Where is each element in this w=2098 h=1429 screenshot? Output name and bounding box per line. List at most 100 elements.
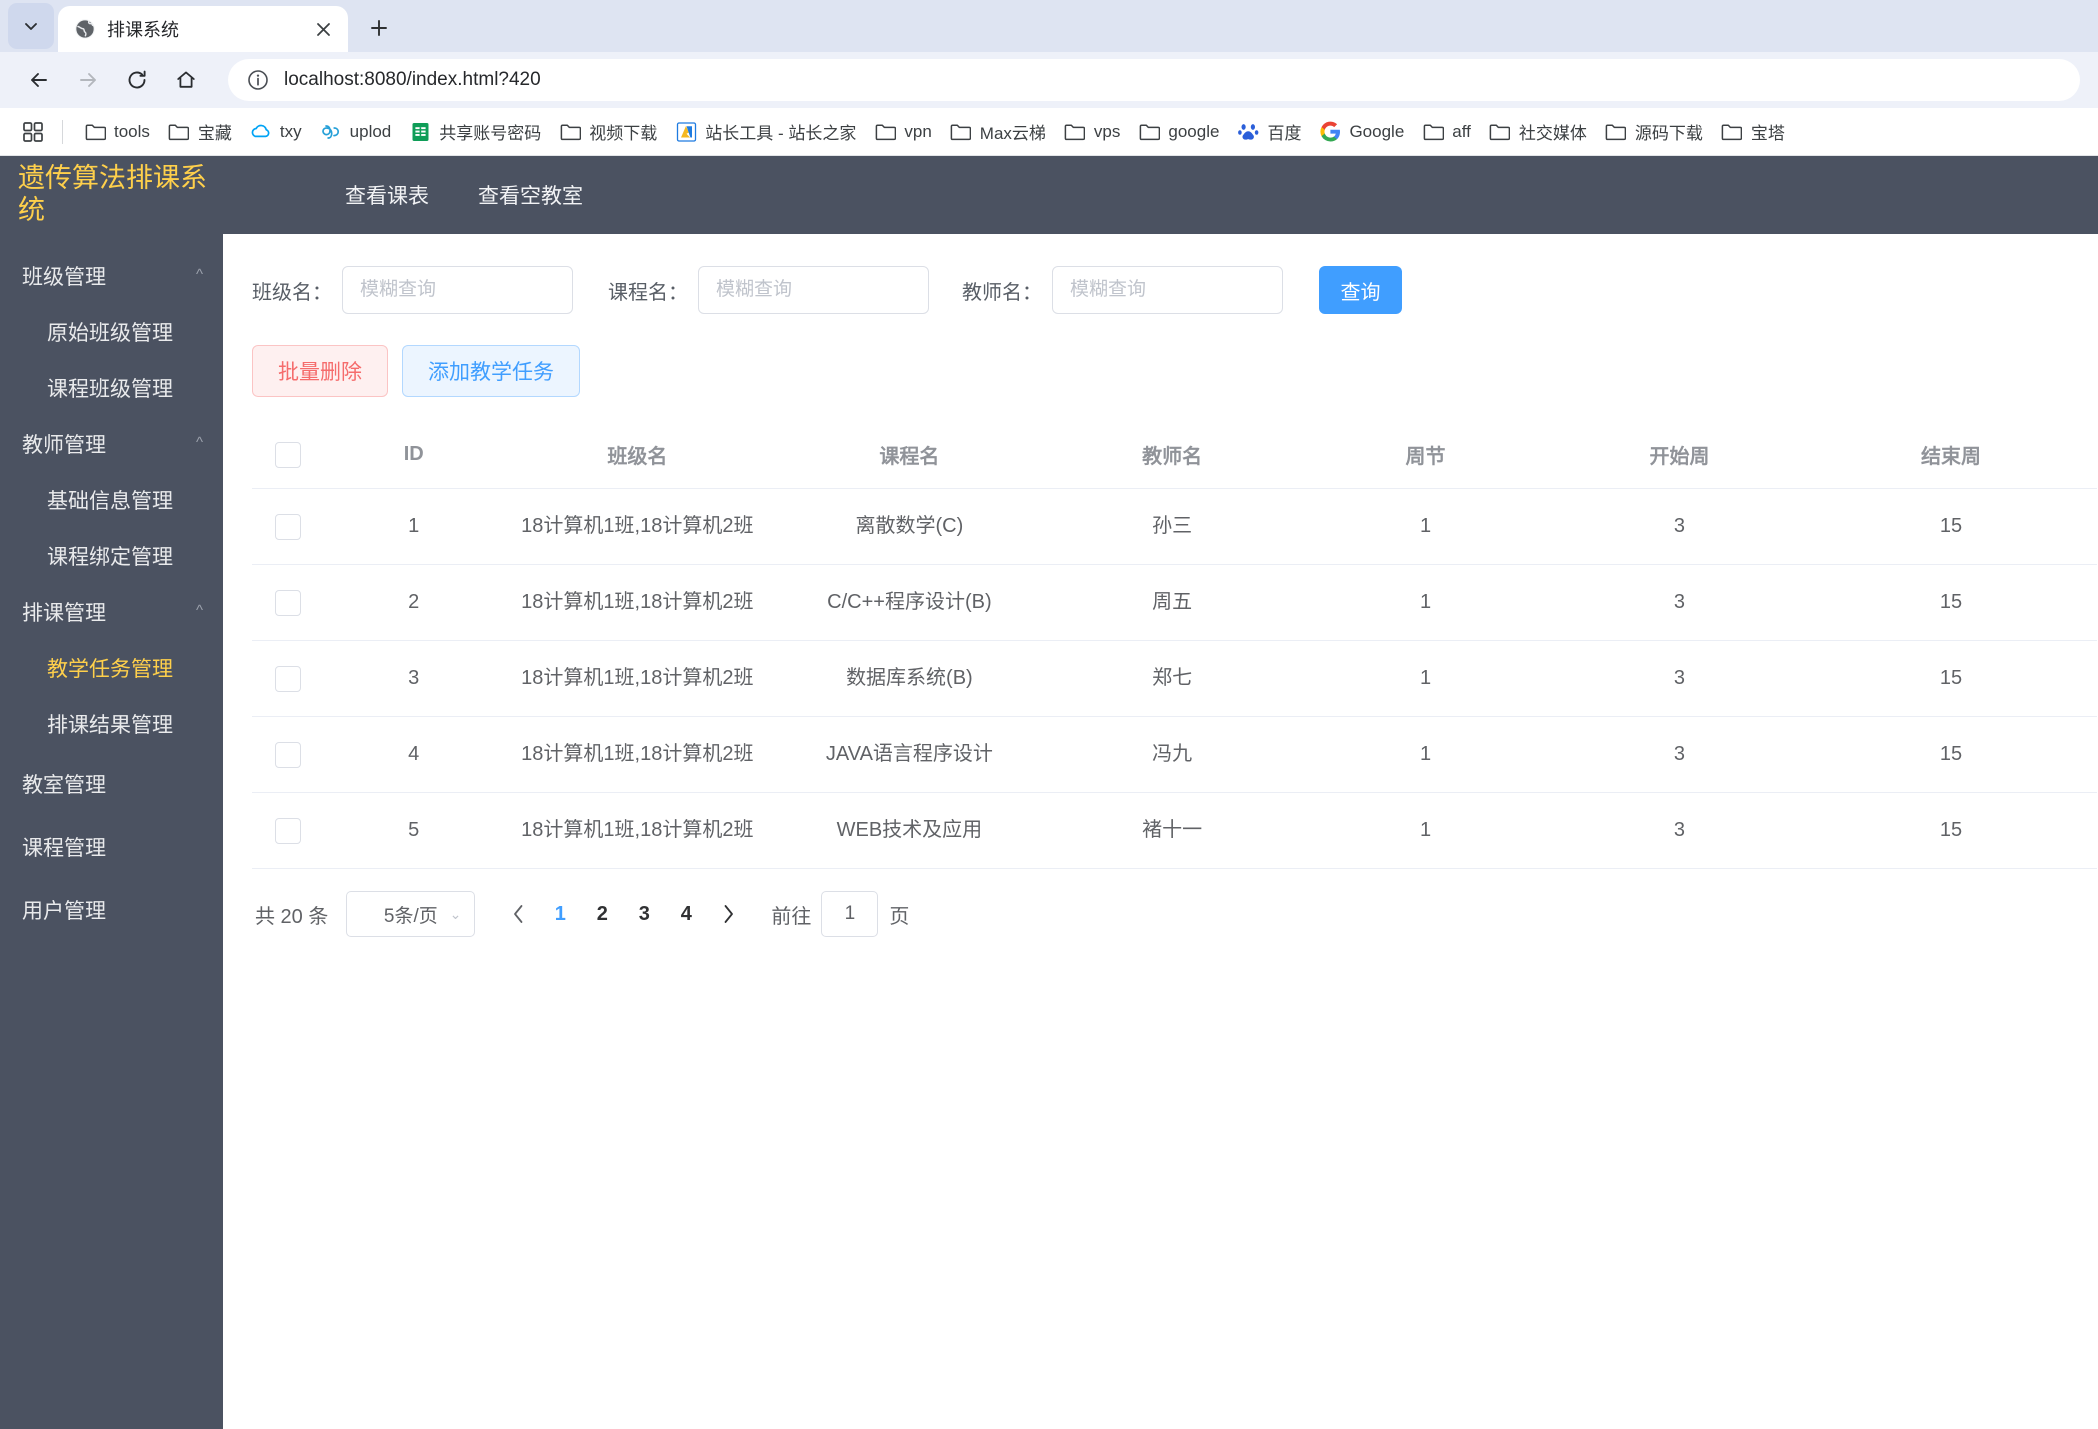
- close-icon[interactable]: [310, 16, 336, 42]
- tencent-cloud-icon: [250, 121, 272, 143]
- sidebar-item-original-class[interactable]: 原始班级管理: [0, 304, 223, 360]
- browser-tab[interactable]: 排课系统: [58, 6, 348, 52]
- bookmark-item[interactable]: Google: [1310, 117, 1413, 147]
- address-bar[interactable]: localhost:8080/index.html?420: [228, 59, 2080, 101]
- bookmark-item[interactable]: uplod: [311, 117, 401, 147]
- folder-icon: [559, 121, 581, 143]
- select-all-checkbox[interactable]: [275, 441, 302, 468]
- bookmark-item[interactable]: vpn: [865, 117, 940, 147]
- cell-class-name: 18计算机1班,18计算机2班: [503, 792, 772, 869]
- cell-course-name: WEB技术及应用: [771, 792, 1048, 869]
- bookmark-item[interactable]: google: [1129, 117, 1228, 147]
- chevron-up-icon: ^: [195, 433, 203, 451]
- sidebar-group-teacher-management[interactable]: 教师管理 ^: [0, 416, 223, 472]
- page-jump-label: 前往: [771, 905, 812, 928]
- topnav-item-view-schedule[interactable]: 查看课表: [345, 180, 429, 210]
- sidebar-item-teaching-task[interactable]: 教学任务管理: [0, 640, 223, 696]
- forward-button[interactable]: [67, 59, 109, 101]
- bookmark-item[interactable]: vps: [1055, 117, 1129, 147]
- sidebar-item-basic-info[interactable]: 基础信息管理: [0, 472, 223, 528]
- bookmark-item[interactable]: tools: [75, 117, 159, 147]
- page-size-select[interactable]: 5条/页 ⌄: [346, 891, 476, 937]
- bookmark-label: google: [1168, 121, 1220, 141]
- pagination-total: 共 20 条: [255, 905, 329, 928]
- table-row[interactable]: 5 18计算机1班,18计算机2班 WEB技术及应用 褚十一 1 3 15: [252, 792, 2097, 869]
- sidebar-group-class-management[interactable]: 班级管理 ^: [0, 248, 223, 304]
- bookmarks-bar: tools 宝藏 txy uplod 共享账号密码 视频下载 站长工具 - 站长…: [0, 108, 2098, 156]
- new-tab-button[interactable]: [358, 7, 400, 49]
- batch-delete-button[interactable]: 批量删除: [252, 345, 388, 397]
- table-row[interactable]: 4 18计算机1班,18计算机2班 JAVA语言程序设计 冯九 1 3 15: [252, 716, 2097, 793]
- topnav-item-view-empty-rooms[interactable]: 查看空教室: [478, 180, 583, 210]
- prev-page-button[interactable]: [497, 893, 539, 935]
- cell-course-name: C/C++程序设计(B): [771, 564, 1048, 641]
- row-checkbox[interactable]: [275, 513, 302, 540]
- bookmark-item[interactable]: 源码下载: [1596, 115, 1712, 148]
- row-checkbox[interactable]: [275, 665, 302, 692]
- teacher-name-input[interactable]: [1052, 266, 1283, 314]
- sidebar-item-course-binding[interactable]: 课程绑定管理: [0, 528, 223, 584]
- row-checkbox[interactable]: [275, 817, 302, 844]
- table-row[interactable]: 2 18计算机1班,18计算机2班 C/C++程序设计(B) 周五 1 3 15: [252, 564, 2097, 641]
- chevron-up-icon: ^: [195, 265, 203, 283]
- cell-end-week: 15: [1805, 640, 2097, 717]
- sidebar-item-schedule-result[interactable]: 排课结果管理: [0, 696, 223, 752]
- cell-id: 3: [324, 640, 504, 717]
- cell-weekly-periods: 1: [1297, 564, 1554, 641]
- class-name-filter: 班级名：: [252, 266, 573, 314]
- bookmark-item[interactable]: txy: [241, 117, 311, 147]
- next-page-button[interactable]: [707, 893, 749, 935]
- bookmark-item[interactable]: 站长工具 - 站长之家: [666, 115, 865, 148]
- sidebar-item-course-management[interactable]: 课程管理: [0, 815, 223, 878]
- bookmark-item[interactable]: 百度: [1228, 115, 1310, 148]
- bookmark-item[interactable]: 社交媒体: [1480, 115, 1596, 148]
- table-row[interactable]: 3 18计算机1班,18计算机2班 数据库系统(B) 郑七 1 3 15: [252, 640, 2097, 717]
- sidebar-item-course-class[interactable]: 课程班级管理: [0, 360, 223, 416]
- page-number-3[interactable]: 3: [623, 893, 665, 935]
- tab-search-button[interactable]: [8, 3, 54, 49]
- page-number-1[interactable]: 1: [539, 893, 581, 935]
- chevron-down-icon: ⌄: [449, 905, 462, 922]
- query-button[interactable]: 查询: [1319, 266, 1402, 314]
- row-checkbox[interactable]: [275, 741, 302, 768]
- cell-course-name: 离散数学(C): [771, 488, 1048, 565]
- bookmark-item[interactable]: 宝藏: [159, 115, 241, 148]
- bookmark-item[interactable]: 视频下载: [550, 115, 666, 148]
- cell-class-name: 18计算机1班,18计算机2班: [503, 640, 772, 717]
- cloud-upload-icon: [320, 121, 342, 143]
- cell-id: 4: [324, 716, 504, 793]
- globe-icon: [74, 18, 96, 40]
- bookmark-item[interactable]: Max云梯: [941, 115, 1055, 148]
- bookmark-item[interactable]: 共享账号密码: [400, 115, 550, 148]
- cell-start-week: 3: [1553, 792, 1806, 869]
- table-row[interactable]: 1 18计算机1班,18计算机2班 离散数学(C) 孙三 1 3 15: [252, 488, 2097, 565]
- page-number-2[interactable]: 2: [581, 893, 623, 935]
- bookmark-label: txy: [279, 121, 302, 141]
- class-name-input[interactable]: [342, 266, 573, 314]
- apps-grid-icon[interactable]: [16, 115, 50, 149]
- page-jump-input[interactable]: [821, 891, 879, 937]
- add-teaching-task-button[interactable]: 添加教学任务: [402, 345, 580, 397]
- info-circle-icon[interactable]: [246, 68, 270, 92]
- bookmark-label: 宝藏: [197, 124, 232, 143]
- cell-teacher-name: 褚十一: [1047, 792, 1298, 869]
- row-select-cell: [252, 564, 325, 641]
- page-number-4[interactable]: 4: [665, 893, 707, 935]
- reload-button[interactable]: [116, 59, 158, 101]
- row-select-cell: [252, 792, 325, 869]
- cell-end-week: 15: [1805, 716, 2097, 793]
- row-checkbox[interactable]: [275, 589, 302, 616]
- course-name-input[interactable]: [698, 266, 929, 314]
- home-button[interactable]: [165, 59, 207, 101]
- search-filter-bar: 班级名： 课程名： 教师名： 查询: [252, 266, 2098, 314]
- cell-id: 5: [324, 792, 504, 869]
- arrow-left-icon: [31, 73, 47, 87]
- teacher-name-filter: 教师名：: [962, 266, 1283, 314]
- sidebar-item-user-management[interactable]: 用户管理: [0, 878, 223, 941]
- bookmark-item[interactable]: aff: [1413, 117, 1480, 147]
- back-button[interactable]: [18, 59, 60, 101]
- sidebar-item-classroom-management[interactable]: 教室管理: [0, 752, 223, 815]
- cell-teacher-name: 郑七: [1047, 640, 1298, 717]
- sidebar-group-scheduling-management[interactable]: 排课管理 ^: [0, 584, 223, 640]
- bookmark-item[interactable]: 宝塔: [1712, 115, 1794, 148]
